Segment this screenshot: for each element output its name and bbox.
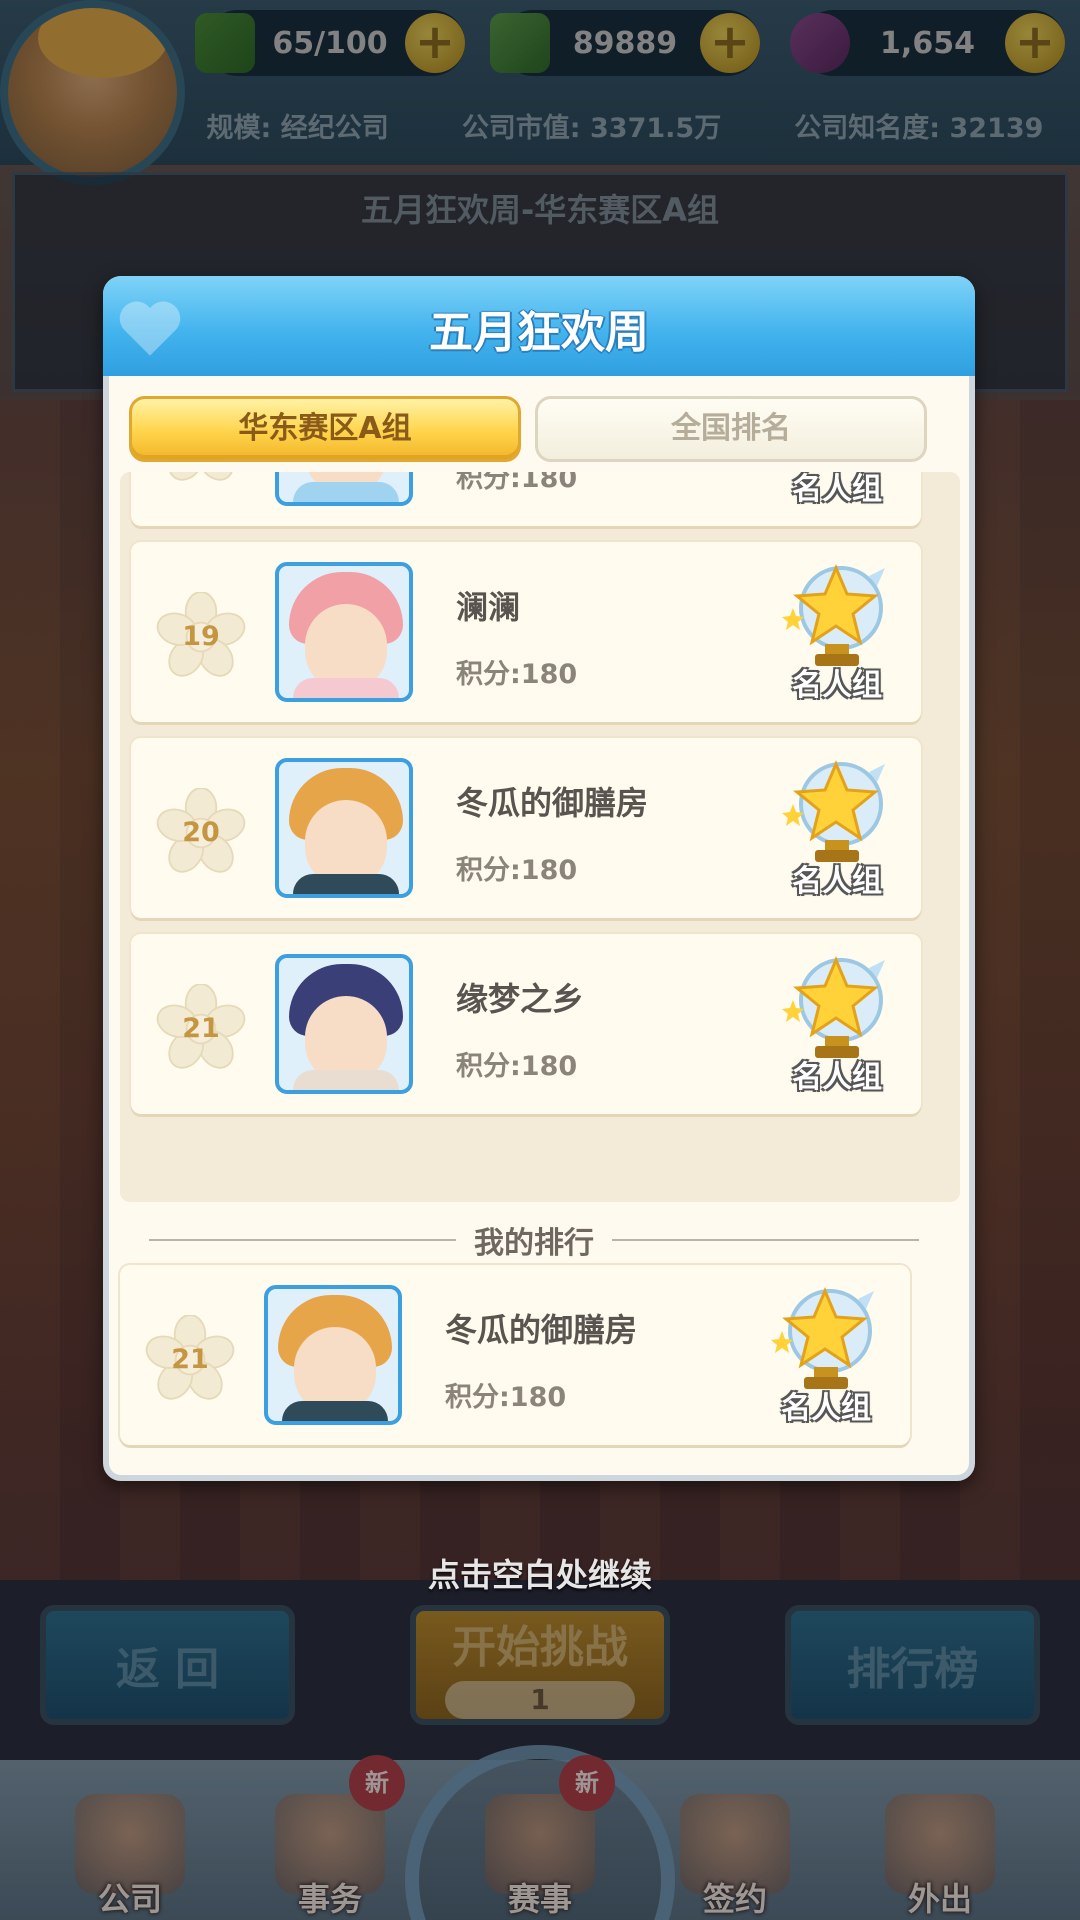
player-portrait[interactable] bbox=[275, 562, 413, 702]
star-trophy-icon bbox=[782, 956, 885, 1058]
player-portrait[interactable] bbox=[275, 472, 413, 506]
player-score: 积分:180 bbox=[456, 855, 578, 886]
player-portrait[interactable] bbox=[264, 1285, 402, 1425]
portrait-outfit bbox=[293, 482, 399, 502]
group-label: 名人组 bbox=[781, 1391, 871, 1426]
player-name: 澜澜 bbox=[456, 588, 521, 626]
rank-number: 21 bbox=[182, 1013, 220, 1044]
ranking-row[interactable]: 21 缘梦之乡 积分:180 名人组 bbox=[131, 934, 921, 1114]
ranking-modal: 五月狂欢周 华东赛区A组 全国排名 18 积分:180 bbox=[103, 276, 975, 1481]
divider-line bbox=[149, 1239, 456, 1241]
ranking-row[interactable]: 18 积分:180 名人组 bbox=[131, 472, 921, 526]
my-rank-row-container: 21 冬瓜的御膳房 积分:180 名人组 bbox=[109, 1265, 949, 1465]
rank-number: 19 bbox=[182, 621, 220, 652]
player-name: 冬瓜的御膳房 bbox=[445, 1311, 638, 1349]
my-rank-label: 我的排行 bbox=[474, 1226, 594, 1261]
modal-header: 五月狂欢周 bbox=[103, 276, 975, 376]
player-name: 缘梦之乡 bbox=[456, 980, 585, 1018]
tab-regional-group[interactable]: 华东赛区A组 bbox=[129, 396, 521, 462]
modal-title: 五月狂欢周 bbox=[429, 307, 649, 358]
group-label: 名人组 bbox=[792, 668, 882, 703]
star-trophy-icon bbox=[782, 760, 885, 862]
portrait-outfit bbox=[293, 1070, 399, 1090]
group-label: 名人组 bbox=[792, 472, 882, 507]
ranking-tabs: 华东赛区A组 全国排名 bbox=[129, 396, 951, 462]
player-portrait[interactable] bbox=[275, 954, 413, 1094]
my-rank-divider: 我的排行 bbox=[149, 1220, 919, 1261]
group-label: 名人组 bbox=[792, 864, 882, 899]
portrait-outfit bbox=[293, 874, 399, 894]
rank-number: 21 bbox=[171, 1344, 209, 1375]
player-portrait[interactable] bbox=[275, 758, 413, 898]
player-name: 冬瓜的御膳房 bbox=[456, 784, 649, 822]
player-score: 积分:180 bbox=[445, 1382, 567, 1413]
tap-to-continue-hint: 点击空白处继续 bbox=[427, 1556, 652, 1594]
ranking-row[interactable]: 21 冬瓜的御膳房 积分:180 名人组 bbox=[120, 1265, 910, 1445]
player-score: 积分:180 bbox=[456, 659, 578, 690]
star-trophy-icon bbox=[782, 564, 885, 666]
player-score: 积分:180 bbox=[456, 472, 578, 494]
portrait-outfit bbox=[293, 678, 399, 698]
rank-number: 20 bbox=[182, 817, 220, 848]
ranking-row[interactable]: 20 冬瓜的御膳房 积分:180 名人组 bbox=[131, 738, 921, 918]
star-trophy-icon bbox=[771, 1287, 874, 1389]
divider-line bbox=[612, 1239, 919, 1241]
player-score: 积分:180 bbox=[456, 1051, 578, 1082]
portrait-outfit bbox=[282, 1401, 388, 1421]
group-label: 名人组 bbox=[792, 1060, 882, 1095]
rank-number: 18 bbox=[156, 472, 246, 486]
ranking-list[interactable]: 18 积分:180 名人组 1 bbox=[120, 472, 960, 1202]
ranking-row[interactable]: 19 澜澜 积分:180 名人组 bbox=[131, 542, 921, 722]
tab-national-ranking[interactable]: 全国排名 bbox=[535, 396, 927, 462]
